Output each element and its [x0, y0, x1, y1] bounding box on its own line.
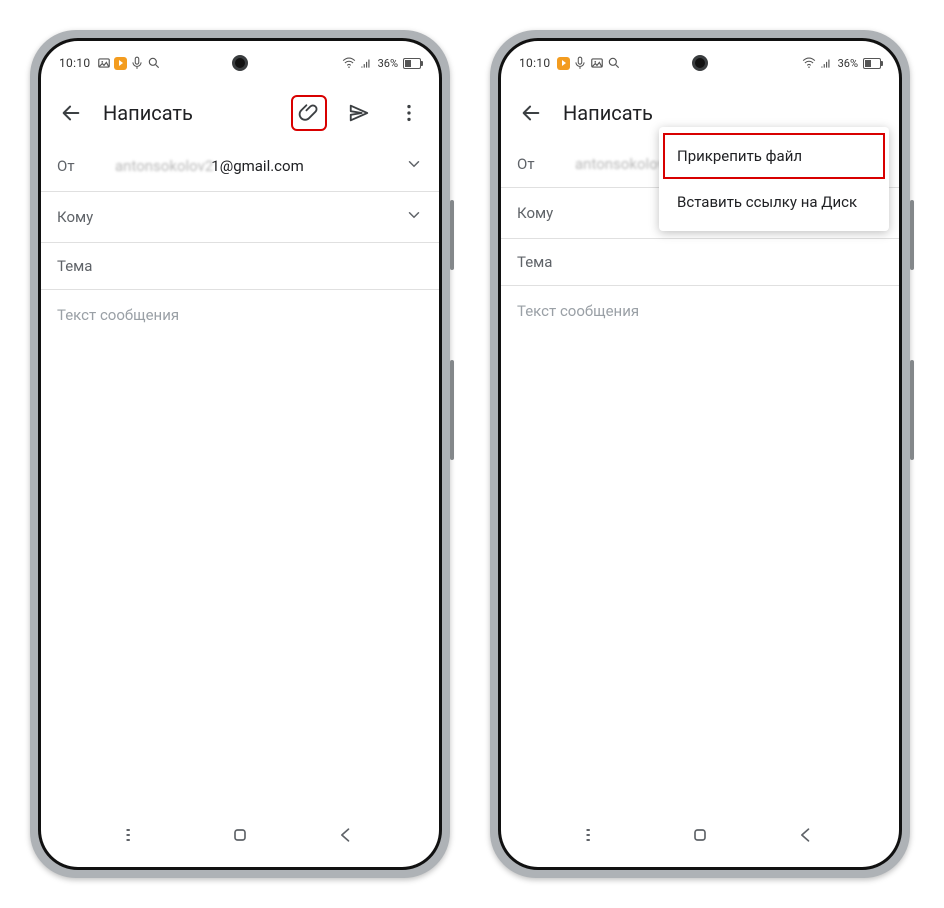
picture-icon — [590, 56, 604, 70]
home-button[interactable] — [690, 825, 710, 849]
body-placeholder: Текст сообщения — [517, 302, 639, 320]
subject-placeholder: Тема — [517, 253, 883, 271]
signal-icon — [359, 56, 373, 70]
chevron-down-icon — [405, 206, 423, 228]
power-button — [450, 360, 454, 460]
volume-button — [910, 200, 914, 270]
status-time: 10:10 — [59, 56, 90, 70]
attach-button[interactable] — [291, 95, 327, 131]
signal-icon — [819, 56, 833, 70]
attach-menu: Прикрепить файл Вставить ссылку на Диск — [659, 127, 889, 231]
system-navbar — [41, 817, 439, 857]
search-icon — [147, 56, 161, 70]
compose-title: Написать — [563, 101, 887, 125]
volume-button — [450, 200, 454, 270]
subject-placeholder: Тема — [57, 257, 423, 275]
back-button[interactable] — [53, 95, 89, 131]
back-system-button[interactable] — [336, 825, 356, 849]
app-notification-icon — [557, 57, 570, 70]
battery-text: 36% — [838, 57, 858, 70]
back-button[interactable] — [513, 95, 549, 131]
status-time: 10:10 — [519, 56, 550, 70]
menu-insert-drive-link[interactable]: Вставить ссылку на Диск — [659, 179, 889, 225]
compose-appbar: Написать — [41, 85, 439, 141]
back-system-button[interactable] — [796, 825, 816, 849]
voice-icon — [130, 56, 144, 70]
search-icon — [607, 56, 621, 70]
subject-field[interactable]: Тема — [501, 239, 899, 286]
from-label: От — [517, 155, 559, 173]
from-value: antonsokolov21@gmail.com — [115, 157, 389, 175]
front-camera — [232, 55, 248, 71]
system-navbar — [501, 817, 899, 857]
app-notification-icon — [114, 57, 127, 70]
body-field[interactable]: Текст сообщения — [41, 290, 439, 340]
to-field[interactable]: Кому — [41, 192, 439, 243]
from-field[interactable]: От antonsokolov21@gmail.com — [41, 141, 439, 192]
wifi-icon — [342, 56, 356, 70]
battery-icon — [403, 58, 421, 69]
phone-frame-1: 10:10 36% Написать — [30, 30, 450, 878]
from-label: От — [57, 157, 99, 175]
chevron-down-icon — [405, 155, 423, 177]
battery-icon — [863, 58, 881, 69]
voice-icon — [573, 56, 587, 70]
phone-frame-2: 10:10 36% Написать — [490, 30, 910, 878]
home-button[interactable] — [230, 825, 250, 849]
battery-text: 36% — [378, 57, 398, 70]
send-button[interactable] — [341, 95, 377, 131]
wifi-icon — [802, 56, 816, 70]
recents-button[interactable] — [124, 825, 144, 849]
to-label: Кому — [517, 204, 559, 222]
power-button — [910, 360, 914, 460]
body-placeholder: Текст сообщения — [57, 306, 179, 324]
more-button[interactable] — [391, 95, 427, 131]
subject-field[interactable]: Тема — [41, 243, 439, 290]
recents-button[interactable] — [584, 825, 604, 849]
front-camera — [692, 55, 708, 71]
menu-attach-file[interactable]: Прикрепить файл — [663, 133, 885, 179]
to-label: Кому — [57, 208, 99, 226]
picture-icon — [97, 56, 111, 70]
compose-title: Написать — [103, 101, 277, 125]
body-field[interactable]: Текст сообщения — [501, 286, 899, 336]
